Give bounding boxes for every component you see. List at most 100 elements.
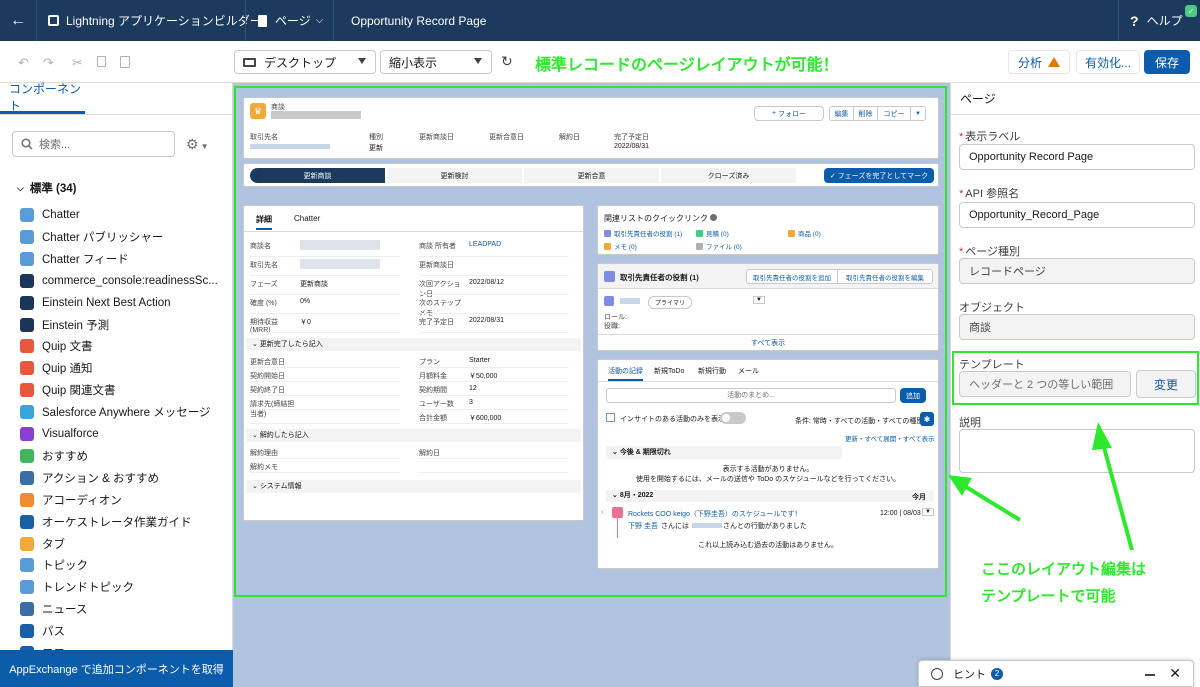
analyze-button[interactable]: 分析 [1008, 50, 1070, 74]
component-item[interactable]: アクション & おすすめ [20, 468, 159, 488]
activity-add-button[interactable]: 追加 [900, 388, 926, 403]
path-stage[interactable]: クローズ済み [661, 168, 796, 183]
detail-section-header[interactable]: ⌄ 更新完了したら記入 [246, 338, 581, 351]
quicklink[interactable]: メモ (0) [604, 241, 637, 251]
quicklink[interactable]: 取引先責任者の役割 (1) [604, 228, 682, 238]
mark-complete-button[interactable]: ✓ フェーズを完了としてマーク [824, 168, 934, 183]
edit-button[interactable]: 編集 [829, 106, 854, 121]
component-item[interactable]: Chatter フィード [20, 249, 129, 269]
edit-contact-role-button[interactable]: 取引先責任者の役割を編集 [837, 269, 933, 284]
field-label: 解約日 [419, 450, 440, 457]
page-menu-button[interactable]: ページ ⌵ [258, 0, 323, 41]
activity-tab[interactable]: 新規行動 [698, 366, 726, 379]
component-item[interactable]: Quip 関連文書 [20, 380, 116, 400]
field-label: 合計金額 [419, 415, 447, 422]
hint-panel[interactable]: ヒント 2 ✕ [918, 660, 1194, 687]
quicklink[interactable]: ファイル (0) [696, 241, 742, 251]
activity-tab[interactable]: メール [738, 366, 759, 379]
path-stage[interactable]: 更新合意 [524, 168, 659, 183]
tab-components[interactable]: コンポーネント [0, 82, 85, 114]
detail-section-header[interactable]: ⌄ 解約したら記入 [246, 429, 581, 442]
component-item[interactable]: アコーディオン [20, 490, 122, 510]
message-icon [20, 405, 34, 420]
path-component[interactable]: 更新商談 更新検討 更新合意 クローズ済み ✓ フェーズを完了としてマーク [243, 163, 939, 187]
component-item[interactable]: Chatter パブリッシャー [20, 227, 163, 247]
quicklink[interactable]: 見積 (0) [696, 228, 729, 238]
change-template-button[interactable]: 変更 [1136, 370, 1196, 398]
component-item[interactable]: オーケストレータ作業ガイド [20, 512, 192, 532]
view-all-link[interactable]: すべて表示 [598, 338, 938, 348]
related-quicklinks[interactable]: 関連リストのクイックリンク 取引先責任者の役割 (1) 見積 (0) 商品 (0) メ… [597, 205, 939, 255]
activity-summary-input[interactable]: 活動のまとめ... [606, 388, 896, 403]
component-search-input[interactable]: 検索... [12, 131, 175, 157]
quicklink[interactable]: 商品 (0) [788, 228, 821, 238]
activity-tab[interactable]: 活動の記録 [608, 366, 643, 381]
appexchange-button[interactable]: AppExchange で追加コンポーネントを取得 [0, 650, 233, 687]
upcoming-section[interactable]: ⌄ 今後 & 期限切れ [606, 446, 842, 459]
copy-icon[interactable] [97, 56, 106, 67]
add-contact-role-button[interactable]: 取引先責任者の役割を追加 [746, 269, 838, 284]
redo-icon[interactable]: ↷ [43, 55, 54, 71]
tab-detail[interactable]: 詳細 [256, 214, 272, 230]
component-item[interactable]: commerce_console:readinessSc... [20, 271, 218, 291]
component-item[interactable]: おすすめ [20, 446, 88, 466]
component-item[interactable]: Einstein 予測 [20, 315, 109, 335]
help-link[interactable]: ? ヘルプ [1130, 0, 1183, 41]
contact-roles-card[interactable]: 取引先責任者の役割 (1) 取引先責任者の役割を追加 取引先責任者の役割を編集 … [597, 263, 939, 351]
detail-row: 請求先(締結担当者) ユーザー数 3 [244, 397, 583, 418]
path-stage[interactable]: 更新商談 [250, 168, 385, 183]
activity-links[interactable]: 更新・すべて展開・すべて表示 [845, 433, 935, 443]
filter-gear-icon[interactable]: ✱ [920, 412, 934, 426]
delete-button[interactable]: 削除 [853, 106, 878, 121]
month-section[interactable]: ⌄ 8月・2022 [606, 490, 934, 502]
gear-icon[interactable]: ⚙ ▼ [186, 136, 208, 153]
refresh-icon[interactable]: ↻ [501, 53, 513, 70]
detail-row: 商談名 商談 所有者 LEADPAD [244, 239, 583, 258]
field-value: ￥0 [300, 319, 311, 326]
component-item[interactable]: パス [20, 621, 65, 641]
component-item[interactable]: トレンドトピック [20, 577, 134, 597]
component-item[interactable]: Salesforce Anywhere メッセージ [20, 402, 211, 422]
lightning-bolt-icon [20, 273, 34, 288]
minimize-icon[interactable] [1145, 674, 1155, 676]
back-arrow-icon[interactable]: ← [9, 0, 27, 41]
event-action-icon[interactable]: ▼ [922, 508, 934, 516]
details-panel[interactable]: 詳細 Chatter 商談名 商談 所有者 LEADPAD 取引先名 更新商談日 フェーズ… [243, 205, 584, 521]
device-select[interactable]: デスクトップ [234, 50, 376, 74]
component-item[interactable]: ニュース [20, 599, 87, 619]
component-item[interactable]: タブ [20, 534, 65, 554]
activate-button[interactable]: 有効化... [1076, 50, 1140, 74]
path-stage[interactable]: 更新検討 [387, 168, 522, 183]
paste-icon[interactable] [120, 56, 130, 68]
api-name-input[interactable]: Opportunity_Record_Page [959, 202, 1195, 228]
follow-button[interactable]: + フォロー [754, 106, 824, 121]
activity-tab[interactable]: 新規ToDo [654, 366, 684, 379]
tab-chatter[interactable]: Chatter [294, 214, 320, 223]
event-who[interactable]: 下野 圭吾 [628, 521, 658, 531]
row-action-icon[interactable]: ▼ [753, 296, 765, 304]
copy-button[interactable]: コピー [877, 106, 911, 121]
save-button[interactable]: 保存 [1144, 50, 1190, 74]
insight-toggle[interactable] [720, 412, 746, 424]
zoom-select[interactable]: 縮小表示 [380, 50, 492, 74]
component-item[interactable]: Chatter [20, 205, 80, 225]
component-item[interactable]: Quip 文書 [20, 336, 93, 356]
more-actions-button[interactable]: ▼ [910, 106, 926, 121]
component-item[interactable]: Quip 通知 [20, 358, 93, 378]
event-title-link[interactable]: Rockets COO keigo（下野圭吾）のスケジュールです！ [628, 509, 801, 519]
highlight-field-value: 2022/08/31 [614, 143, 650, 150]
section-standard[interactable]: ⌵ 標準 (34) [17, 180, 76, 196]
component-item[interactable]: トピック [20, 555, 88, 575]
detail-row: 取引先名 更新商談日 [244, 258, 583, 277]
component-item[interactable]: Einstein Next Best Action [20, 293, 170, 313]
activity-panel[interactable]: 活動の記録 新規ToDo 新規行動 メール 活動のまとめ... 追加 インサイトのある… [597, 359, 939, 569]
chevron-right-icon[interactable]: › [601, 509, 603, 516]
cut-icon[interactable]: ✂ [72, 55, 83, 71]
component-item[interactable]: Visualforce [20, 424, 99, 444]
label-input[interactable]: Opportunity Record Page [959, 144, 1195, 170]
close-icon[interactable]: ✕ [1169, 665, 1181, 682]
detail-section-header[interactable]: ⌄ システム情報 [246, 480, 581, 493]
highlight-field-label: 種別 [369, 134, 383, 141]
undo-icon[interactable]: ↶ [18, 55, 29, 71]
highlights-panel[interactable]: ♛ 商談 + フォロー 編集 削除 コピー ▼ 取引先名 種別 更新 更新商談日 更新合… [243, 97, 939, 159]
